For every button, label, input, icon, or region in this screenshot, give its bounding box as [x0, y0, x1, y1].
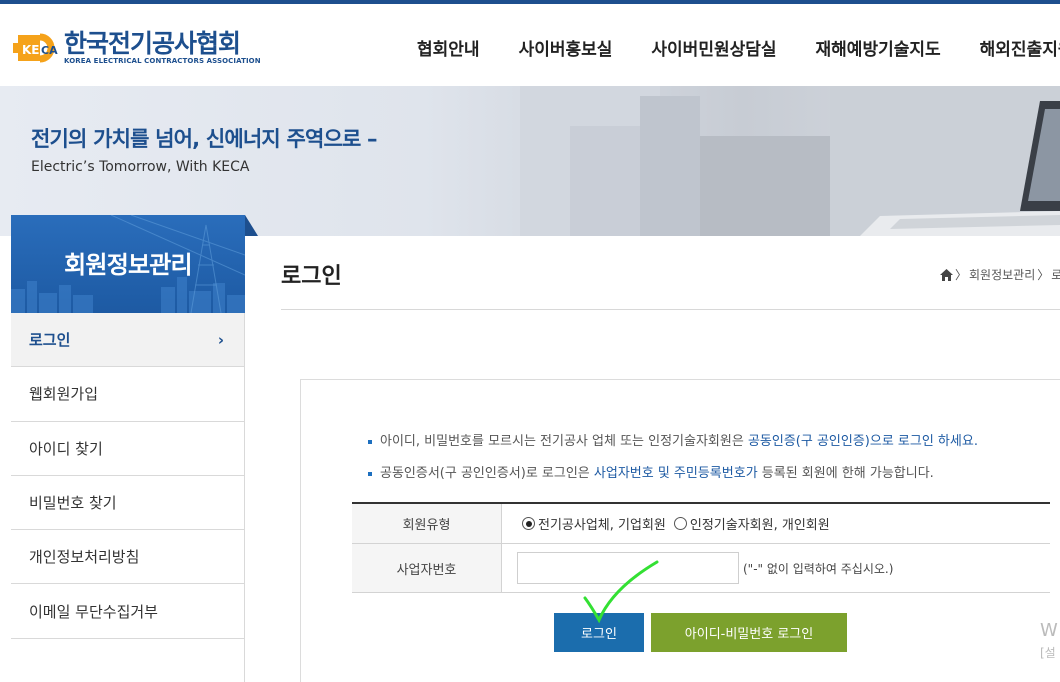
radio-unchecked-icon	[673, 517, 687, 530]
sidebar-item-web-signup[interactable]: 웹회원가입	[11, 367, 244, 422]
sidebar-item-label: 아이디 찾기	[29, 439, 103, 458]
breadcrumb-separator: 〉	[955, 268, 968, 282]
banner-subtitle: Electric’s Tomorrow, With KECA	[31, 159, 250, 175]
breadcrumb: 〉 회원정보관리 〉 로그인	[940, 266, 1060, 283]
radio-checked-icon	[522, 517, 535, 530]
sidebar-item-privacy-policy[interactable]: 개인정보처리방침	[11, 530, 244, 585]
keca-logo-icon: KE CA	[13, 33, 58, 63]
notice-text: 등록된 회원에 한해 가능합니다.	[757, 466, 934, 481]
bullet-icon	[368, 471, 372, 476]
notice-highlight: 사업자번호 및 주민등록번호가	[593, 466, 758, 481]
biz-number-row: 사업자번호 ("-" 없이 입력하여 주십시오.)	[352, 544, 1050, 593]
login-form-table: 회원유형 전기공사업체, 기업회원 인정기술자회원, 개인회원 사업자번호 ("…	[352, 502, 1050, 593]
sidebar-item-label: 로그인	[29, 331, 71, 350]
sidebar-item-label: 개인정보처리방침	[29, 548, 140, 567]
check-mark-icon	[583, 560, 659, 624]
home-icon[interactable]	[940, 268, 953, 281]
svg-text:KE: KE	[22, 43, 40, 57]
sidebar-header-corner	[245, 215, 258, 236]
nav-item-overseas[interactable]: 해외진출지원	[980, 35, 1060, 60]
svg-text:CA: CA	[41, 44, 58, 57]
nav-item-civil-affairs[interactable]: 사이버민원상담실	[651, 35, 776, 60]
member-type-radio-individual[interactable]: 인정기술자회원, 개인회원	[673, 514, 830, 533]
chevron-right-icon: ›	[217, 330, 224, 349]
biz-number-label: 사업자번호	[352, 544, 502, 592]
main-navigation: 협회안내 사이버홍보실 사이버민원상담실 재해예방기술지도 해외진출지원	[417, 35, 1060, 60]
notice-text: 공동인증서(구 공인인증서)로 로그인은	[380, 466, 594, 481]
logo-subtitle: KOREA ELECTRICAL CONTRACTORS ASSOCIATION	[64, 57, 261, 65]
member-type-label: 회원유형	[352, 504, 502, 543]
watermark-text: [설	[1040, 646, 1056, 660]
sidebar-item-find-id[interactable]: 아이디 찾기	[11, 422, 244, 476]
breadcrumb-item[interactable]: 회원정보관리	[969, 266, 1035, 283]
banner-title: 전기의 가치를 넘어, 신에너지 주역으로 –	[31, 127, 378, 151]
page-title: 로그인	[281, 264, 342, 289]
site-logo[interactable]: KE CA 한국전기공사협회 KOREA ELECTRICAL CONTRACT…	[10, 28, 261, 68]
banner-bg-shape	[570, 126, 640, 236]
bullet-icon	[368, 439, 372, 444]
title-divider	[281, 309, 1060, 310]
sidebar-item-find-password[interactable]: 비밀번호 찾기	[11, 476, 244, 531]
laptop-icon	[860, 101, 1060, 236]
sidebar-item-label: 웹회원가입	[29, 385, 99, 404]
notice-line: 아이디, 비밀번호를 모르시는 전기공사 업체 또는 인정기술자회원은 공동인증…	[368, 430, 978, 449]
id-password-login-button[interactable]: 아이디-비밀번호 로그인	[651, 613, 847, 652]
member-type-radio-company[interactable]: 전기공사업체, 기업회원	[522, 514, 666, 533]
radio-label: 전기공사업체, 기업회원	[538, 518, 666, 533]
sidebar-item-label: 이메일 무단수집거부	[29, 602, 158, 621]
biz-number-hint: ("-" 없이 입력하여 주십시오.)	[743, 561, 894, 576]
hero-banner: 전기의 가치를 넘어, 신에너지 주역으로 – Electric’s Tomor…	[0, 86, 1060, 236]
breadcrumb-item[interactable]: 로그인	[1051, 266, 1060, 283]
nav-item-about[interactable]: 협회안내	[417, 35, 480, 60]
nav-item-pr[interactable]: 사이버홍보실	[519, 35, 613, 60]
notice-highlight: 공동인증(구 공인인증)으로 로그인 하세요.	[747, 434, 978, 449]
nav-item-safety[interactable]: 재해예방기술지도	[816, 35, 941, 60]
sidebar-item-label: 비밀번호 찾기	[29, 494, 117, 513]
banner-bg-shape	[700, 136, 830, 236]
banner-bg-shape	[640, 96, 700, 236]
watermark-text: W	[1040, 620, 1058, 641]
sidebar-header: 회원정보관리	[11, 215, 245, 313]
site-header: KE CA 한국전기공사협회 KOREA ELECTRICAL CONTRACT…	[0, 4, 1060, 86]
sidebar-item-email-refusal[interactable]: 이메일 무단수집거부	[11, 584, 244, 639]
member-type-row: 회원유형 전기공사업체, 기업회원 인정기술자회원, 개인회원	[352, 504, 1050, 544]
sidebar-title: 회원정보관리	[64, 251, 192, 279]
notice-line: 공동인증서(구 공인인증서)로 로그인은 사업자번호 및 주민등록번호가 등록된…	[368, 462, 934, 481]
breadcrumb-separator: 〉	[1037, 268, 1050, 282]
sidebar-menu: 로그인 › 웹회원가입 아이디 찾기 비밀번호 찾기 개인정보처리방침 이메일 …	[11, 313, 245, 682]
notice-text: 아이디, 비밀번호를 모르시는 전기공사 업체 또는 인정기술자회원은	[380, 434, 748, 449]
sidebar-item-login[interactable]: 로그인 ›	[11, 313, 244, 368]
logo-name: 한국전기공사협회	[64, 29, 241, 58]
radio-label: 인정기술자회원, 개인회원	[689, 518, 830, 533]
